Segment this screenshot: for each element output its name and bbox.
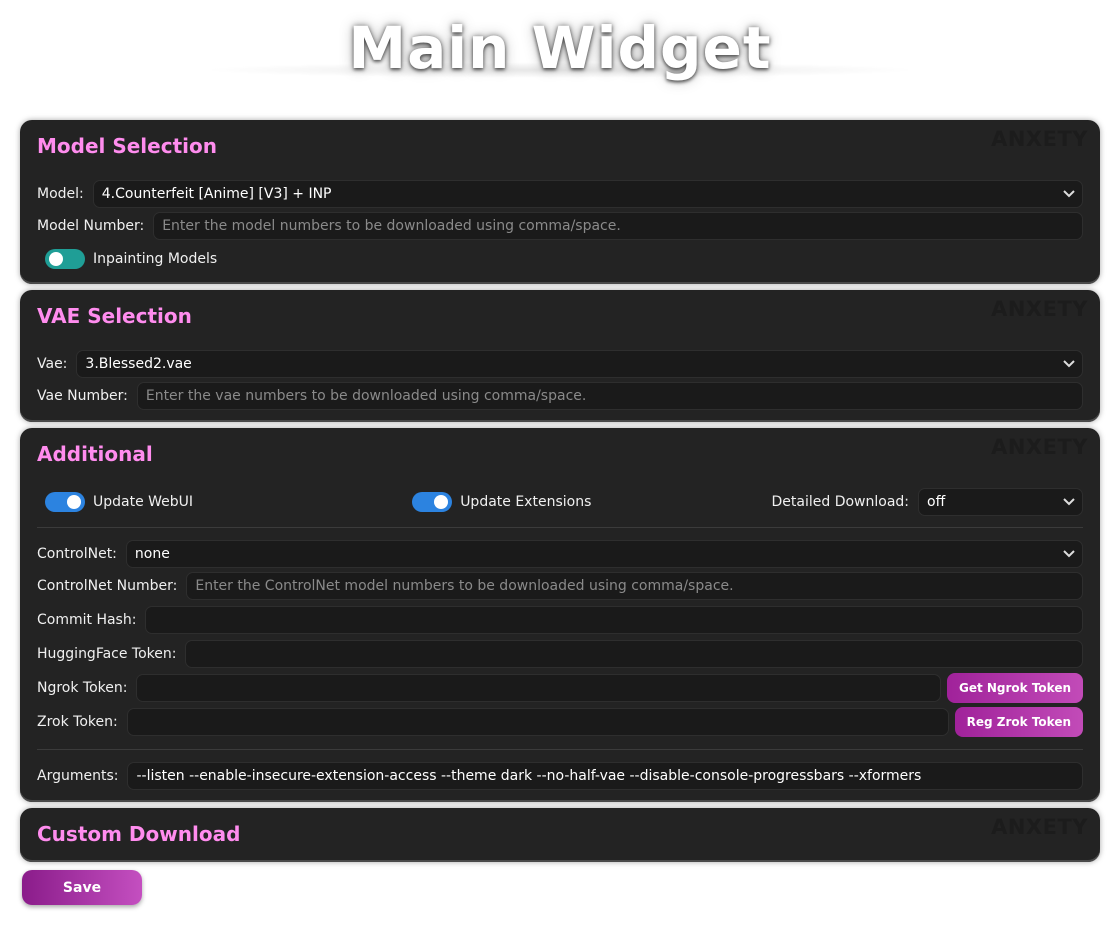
arguments-input[interactable] <box>127 762 1083 790</box>
toggle-knob <box>434 495 449 509</box>
detailed-download-label: Detailed Download: <box>771 494 910 510</box>
update-extensions-label: Update Extensions <box>460 494 592 510</box>
model-number-input[interactable] <box>153 212 1083 240</box>
detailed-download-value: off <box>927 494 946 510</box>
divider <box>37 749 1083 750</box>
divider <box>37 527 1083 528</box>
panel-title: Model Selection <box>37 134 217 158</box>
update-webui-toggle[interactable]: Update WebUI <box>45 492 412 512</box>
additional-panel: Additional ANXETY Update WebUI Update Ex… <box>20 428 1100 802</box>
vae-select-value: 3.Blessed2.vae <box>85 356 192 372</box>
detailed-download-select[interactable]: off <box>918 488 1083 516</box>
model-select[interactable]: 4.Counterfeit [Anime] [V3] + INP <box>92 180 1083 208</box>
chevron-down-icon <box>1062 547 1076 561</box>
watermark: ANXETY <box>991 297 1088 321</box>
commit-hash-label: Commit Hash: <box>37 612 137 628</box>
chevron-down-icon <box>1062 495 1076 509</box>
commit-hash-row: Commit Hash: <box>37 606 1083 634</box>
panel-title: Additional <box>37 442 153 466</box>
vae-row: Vae: 3.Blessed2.vae <box>37 350 1083 378</box>
inpainting-label: Inpainting Models <box>93 251 218 267</box>
ngrok-token-row: Ngrok Token: Get Ngrok Token <box>37 673 1083 703</box>
zrok-token-input[interactable] <box>126 708 949 736</box>
controlnet-number-label: ControlNet Number: <box>37 578 178 594</box>
vae-label: Vae: <box>37 356 68 372</box>
arguments-row: Arguments: <box>37 762 1083 790</box>
zrok-token-label: Zrok Token: <box>37 714 118 730</box>
watermark: ANXETY <box>991 435 1088 459</box>
watermark: ANXETY <box>991 815 1088 839</box>
controlnet-row: ControlNet: none <box>37 540 1083 568</box>
panel-title: VAE Selection <box>37 304 192 328</box>
vae-number-label: Vae Number: <box>37 388 128 404</box>
controlnet-number-input[interactable] <box>186 572 1083 600</box>
inpainting-toggle[interactable]: Inpainting Models <box>45 249 217 269</box>
toggle-switch[interactable] <box>412 492 453 512</box>
page-title: Main Widget <box>348 14 772 82</box>
vae-selection-panel: VAE Selection ANXETY Vae: 3.Blessed2.vae… <box>20 290 1100 422</box>
panel-title: Custom Download <box>37 822 241 846</box>
huggingface-token-label: HuggingFace Token: <box>37 646 177 662</box>
zrok-token-row: Zrok Token: Reg Zrok Token <box>37 707 1083 737</box>
ngrok-token-input[interactable] <box>136 674 941 702</box>
model-label: Model: <box>37 186 84 202</box>
commit-hash-input[interactable] <box>145 606 1083 634</box>
update-webui-label: Update WebUI <box>93 494 194 510</box>
huggingface-token-row: HuggingFace Token: <box>37 640 1083 668</box>
controlnet-number-row: ControlNet Number: <box>37 572 1083 600</box>
get-ngrok-token-button[interactable]: Get Ngrok Token <box>946 673 1083 703</box>
update-options-row: Update WebUI Update Extensions Detailed … <box>45 488 1083 516</box>
controlnet-label: ControlNet: <box>37 546 117 562</box>
chevron-down-icon <box>1062 357 1076 371</box>
model-number-row: Model Number: <box>37 212 1083 240</box>
vae-select[interactable]: 3.Blessed2.vae <box>76 350 1083 378</box>
inpainting-row: Inpainting Models <box>45 245 1083 273</box>
watermark: ANXETY <box>991 127 1088 151</box>
model-row: Model: 4.Counterfeit [Anime] [V3] + INP <box>37 180 1083 208</box>
vae-number-input[interactable] <box>136 382 1083 410</box>
arguments-label: Arguments: <box>37 768 119 784</box>
controlnet-select[interactable]: none <box>125 540 1083 568</box>
toggle-switch[interactable] <box>45 492 85 512</box>
toggle-knob <box>67 495 81 509</box>
page: Main Widget Model Selection ANXETY Model… <box>0 0 1120 925</box>
controlnet-select-value: none <box>134 546 170 562</box>
chevron-down-icon <box>1062 187 1076 201</box>
save-button[interactable]: Save <box>22 870 142 905</box>
huggingface-token-input[interactable] <box>185 640 1083 668</box>
reg-zrok-token-button[interactable]: Reg Zrok Token <box>954 707 1083 737</box>
toggle-knob <box>49 252 63 266</box>
model-number-label: Model Number: <box>37 218 145 234</box>
toggle-switch[interactable] <box>45 249 85 269</box>
update-extensions-toggle[interactable]: Update Extensions <box>412 492 771 512</box>
vae-number-row: Vae Number: <box>37 382 1083 410</box>
model-selection-panel: Model Selection ANXETY Model: 4.Counterf… <box>20 120 1100 284</box>
custom-download-panel[interactable]: Custom Download ANXETY <box>20 808 1100 862</box>
ngrok-token-label: Ngrok Token: <box>37 680 128 696</box>
model-select-value: 4.Counterfeit [Anime] [V3] + INP <box>101 186 332 202</box>
